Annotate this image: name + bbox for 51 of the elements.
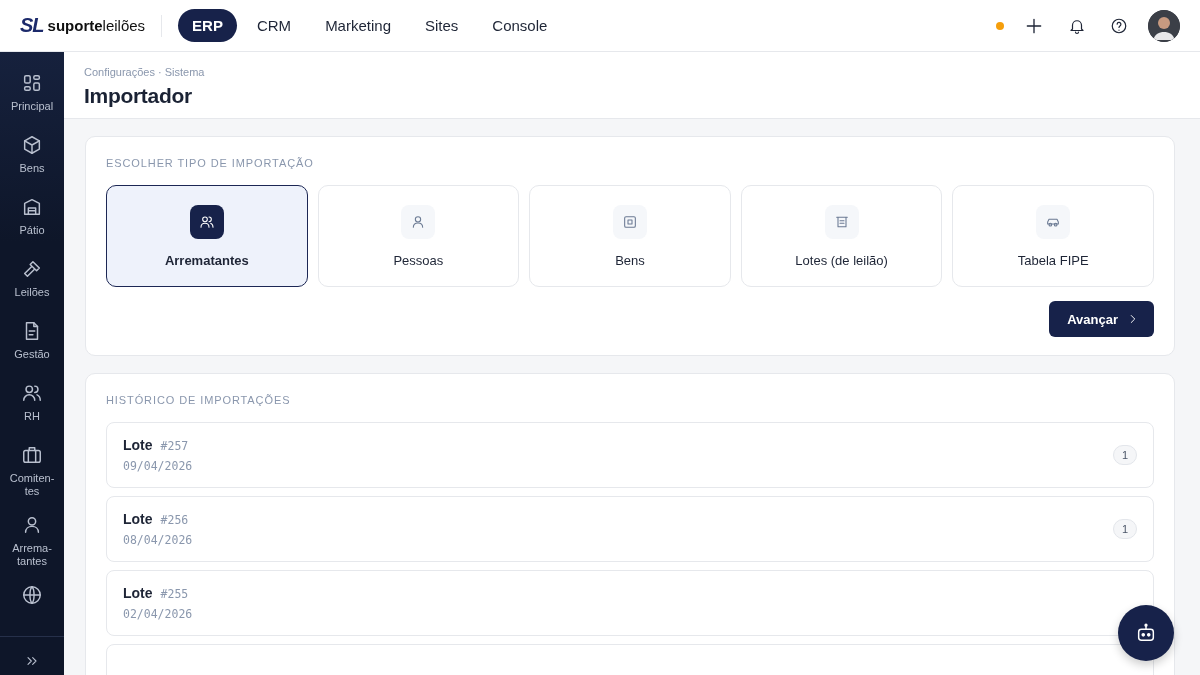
- avatar[interactable]: [1148, 9, 1180, 42]
- grid-icon: [21, 72, 43, 94]
- square-icon: [622, 213, 638, 230]
- sidebar-item[interactable]: Bens: [0, 124, 64, 186]
- robot-icon: [1135, 622, 1157, 644]
- import-type-option[interactable]: Tabela FIPE: [952, 185, 1154, 287]
- history-row[interactable]: Lote #256 08/04/2026 1: [106, 496, 1154, 562]
- users-icon: [21, 382, 43, 404]
- breadcrumb: Configurações · Sistema: [84, 66, 206, 78]
- section-heading: HISTÓRICO DE IMPORTAÇÕES: [106, 394, 292, 406]
- sidebar-item[interactable]: Principal: [0, 62, 64, 124]
- module-tab[interactable]: Sites: [411, 9, 473, 42]
- page-title: Importador: [84, 84, 193, 108]
- module-tab[interactable]: Marketing: [311, 9, 405, 42]
- cube-icon: [21, 134, 43, 156]
- sidebar-item[interactable]: RH: [0, 372, 64, 434]
- history-row[interactable]: Lote #255 02/04/2026: [106, 570, 1154, 636]
- row-date: 09/04/2026: [123, 459, 194, 473]
- row-title: Lote: [123, 437, 153, 453]
- logo-mark: SL: [20, 14, 44, 37]
- garage-icon: [21, 196, 43, 218]
- row-date: 02/04/2026: [123, 607, 194, 621]
- row-date: 08/04/2026: [123, 533, 194, 547]
- import-type-option[interactable]: Lotes (de leilão): [740, 185, 943, 287]
- logo-wordmark: suporteleilões: [47, 17, 146, 34]
- module-tab[interactable]: ERP: [178, 9, 237, 42]
- help-icon: [1110, 16, 1128, 35]
- row-title: Lote: [123, 585, 153, 601]
- sidebar-item[interactable]: Gestão: [0, 310, 64, 372]
- sidebar-item[interactable]: Comiten-tes: [0, 434, 64, 504]
- history-row[interactable]: Lote #257 09/04/2026 1: [106, 422, 1154, 488]
- row-number: #255: [160, 587, 189, 601]
- row-number: #257: [160, 439, 189, 453]
- briefcase-icon: [21, 444, 43, 466]
- sidebar-item[interactable]: Pátio: [0, 186, 64, 248]
- import-type-option[interactable]: Arrematantes: [106, 185, 308, 287]
- section-heading: ESCOLHER TIPO DE IMPORTAÇÃO: [106, 157, 315, 169]
- next-button[interactable]: Avançar: [1049, 301, 1154, 337]
- row-number: #256: [160, 513, 189, 527]
- users-icon: [198, 213, 215, 230]
- import-type-option[interactable]: Pessoas: [317, 185, 520, 287]
- module-tab[interactable]: CRM: [242, 9, 306, 42]
- import-type-option[interactable]: Bens: [529, 185, 731, 287]
- count-badge: 1: [1112, 445, 1137, 465]
- gavel-icon: [21, 258, 43, 280]
- row-title: Lote: [123, 511, 153, 527]
- sidebar-item[interactable]: Leilões: [0, 248, 64, 310]
- sidebar-item[interactable]: Arrema-tantes: [0, 504, 64, 574]
- globe-icon: [21, 584, 43, 606]
- module-tab[interactable]: Console: [478, 9, 562, 42]
- count-badge: 1: [1112, 519, 1137, 539]
